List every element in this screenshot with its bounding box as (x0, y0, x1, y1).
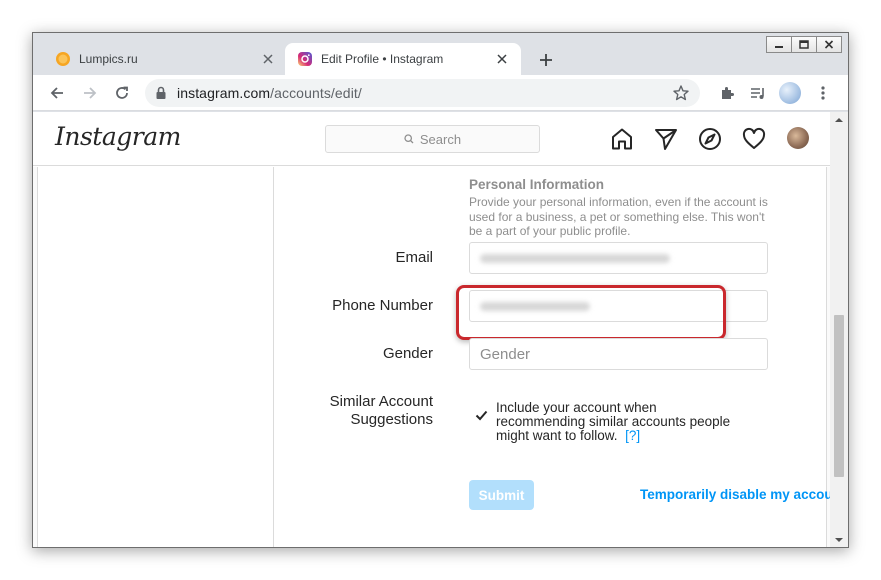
tab-strip: Lumpics.ru Edit Profile • Instagram (33, 33, 848, 75)
instagram-logo[interactable]: Instagram (55, 122, 181, 151)
activity-heart-icon[interactable] (741, 126, 767, 152)
temporarily-disable-account-link[interactable]: Temporarily disable my account (640, 487, 830, 502)
browser-window: Lumpics.ru Edit Profile • Instagram inst… (32, 32, 849, 548)
gender-field[interactable]: Gender (469, 338, 768, 370)
scroll-down-icon[interactable] (835, 536, 843, 544)
puzzle-icon (722, 87, 734, 99)
plus-icon (540, 54, 552, 66)
checkmark-icon (475, 410, 487, 420)
gender-label: Gender (382, 345, 433, 362)
close-tab-icon[interactable] (495, 52, 509, 66)
gender-placeholder: Gender (480, 345, 531, 363)
settings-content: Personal Information Provide your person… (33, 167, 830, 547)
search-input[interactable]: Search (325, 125, 540, 153)
similar-suggestions-text: Include your account when recommending s… (496, 401, 746, 443)
forward-button[interactable] (78, 81, 102, 105)
extensions-button[interactable] (715, 81, 739, 105)
phone-number-label: Phone Number (332, 297, 433, 314)
direct-message-icon[interactable] (653, 126, 679, 152)
tab-title: Lumpics.ru (79, 52, 138, 66)
url-path: /accounts/edit/ (270, 85, 362, 101)
similar-suggestions-checkbox[interactable] (473, 407, 489, 423)
profile-avatar[interactable] (787, 127, 809, 149)
instagram-header: Instagram Search (33, 112, 830, 166)
tab-lumpics[interactable]: Lumpics.ru (43, 43, 287, 75)
section-description: Provide your personal information, even … (469, 195, 768, 238)
blurred-email-value (480, 253, 670, 263)
home-icon[interactable] (609, 126, 635, 152)
browser-toolbar: instagram.com/accounts/edit/ (33, 75, 848, 111)
explore-compass-icon[interactable] (697, 126, 723, 152)
search-icon (404, 134, 414, 144)
tab-title: Edit Profile • Instagram (321, 52, 444, 66)
new-tab-button[interactable] (535, 49, 557, 71)
url-text: instagram.com/accounts/edit/ (177, 85, 362, 101)
scrollbar-thumb[interactable] (834, 315, 844, 477)
section-title: Personal Information (469, 177, 605, 192)
instagram-favicon-icon (298, 52, 312, 66)
arrow-right-icon (84, 87, 97, 99)
help-link[interactable]: [?] (625, 428, 640, 443)
scroll-up-icon[interactable] (835, 116, 843, 124)
edit-profile-card: Personal Information Provide your person… (37, 167, 830, 547)
arrow-left-icon (50, 87, 63, 99)
settings-sidebar (38, 167, 274, 547)
url-host: instagram.com (177, 85, 271, 101)
music-queue-icon (751, 88, 764, 99)
lock-icon (156, 86, 166, 99)
reload-icon (116, 86, 128, 99)
similar-suggestions-label: Similar Account Suggestions (330, 393, 433, 429)
kebab-menu-icon (821, 86, 825, 100)
lumpics-favicon-icon (56, 52, 70, 66)
address-bar[interactable]: instagram.com/accounts/edit/ (145, 79, 700, 107)
bookmark-star-icon[interactable] (672, 84, 690, 102)
page-scrollbar[interactable] (830, 112, 848, 547)
highlight-frame (456, 285, 726, 340)
browser-profile-avatar[interactable] (779, 82, 801, 104)
reload-button[interactable] (110, 81, 134, 105)
browser-menu-button[interactable] (811, 81, 835, 105)
similar-checkbox-text: Include your account when recommending s… (496, 400, 731, 443)
back-button[interactable] (45, 81, 69, 105)
media-control-button[interactable] (746, 81, 770, 105)
submit-button[interactable]: Submit (469, 480, 534, 510)
web-page: Instagram Search Personal Information Pr… (33, 112, 830, 547)
close-tab-icon[interactable] (261, 52, 275, 66)
email-field[interactable] (469, 242, 768, 274)
search-placeholder: Search (419, 131, 462, 147)
similar-label-line-1: Similar Account (329, 393, 433, 410)
tab-edit-profile[interactable]: Edit Profile • Instagram (285, 43, 521, 75)
similar-label-line-2: Suggestions (350, 411, 433, 428)
email-label: Email (395, 249, 433, 266)
